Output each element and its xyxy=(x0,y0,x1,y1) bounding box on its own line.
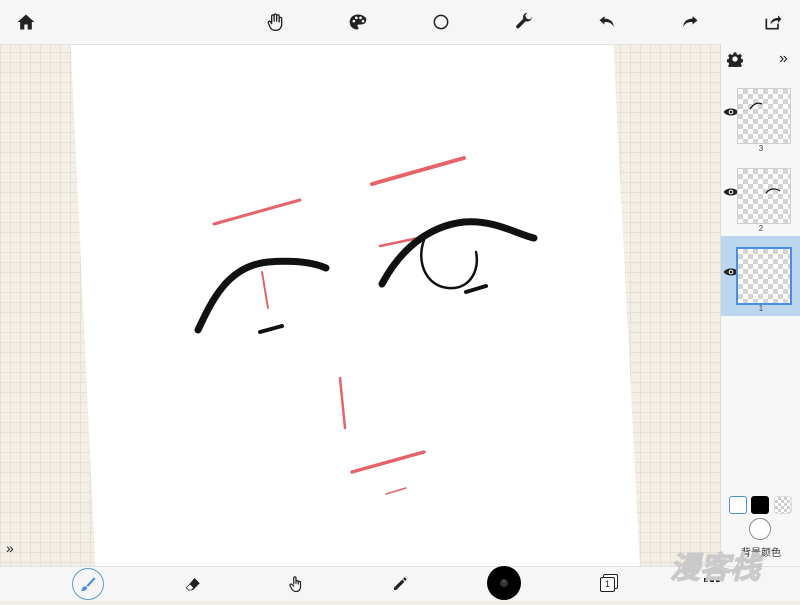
transparent-swatch[interactable] xyxy=(774,496,792,514)
gear-icon[interactable] xyxy=(727,51,743,67)
background-color-label: 背景颜色 xyxy=(741,548,781,559)
layers-panel-header: » xyxy=(721,44,800,74)
hand-tool-button[interactable] xyxy=(259,6,291,38)
top-toolbar xyxy=(0,0,800,45)
palette-icon xyxy=(349,14,367,30)
pencil-tool-button[interactable] xyxy=(385,569,415,599)
color-palette-button[interactable] xyxy=(342,6,374,38)
redo-icon xyxy=(683,16,698,27)
undo-button[interactable] xyxy=(591,6,623,38)
canvas-workspace[interactable] xyxy=(0,42,720,566)
home-button[interactable] xyxy=(10,6,42,38)
finger-icon xyxy=(289,576,302,593)
brush-icon xyxy=(80,577,96,592)
hand-icon xyxy=(267,13,283,32)
black-swatch[interactable] xyxy=(751,496,769,514)
home-icon xyxy=(17,14,35,30)
pencil-icon xyxy=(394,577,407,590)
settings-tools-button[interactable] xyxy=(509,6,541,38)
share-icon xyxy=(765,15,782,30)
expand-left-icon[interactable]: » xyxy=(6,540,14,556)
redo-button[interactable] xyxy=(674,6,706,38)
wrench-icon xyxy=(516,12,532,29)
paper-sheet xyxy=(70,42,640,566)
layer-number: 2 xyxy=(758,224,764,233)
layer-thumbnail xyxy=(737,88,791,144)
more-icon[interactable] xyxy=(704,578,720,584)
layer-number: 3 xyxy=(758,144,764,153)
layer-thumbnail xyxy=(737,168,791,224)
share-button[interactable] xyxy=(757,6,789,38)
drawing-canvas[interactable] xyxy=(0,42,720,566)
bottom-toolbar xyxy=(0,566,800,601)
palette-icon xyxy=(500,579,508,587)
layer-item-1[interactable]: 1 xyxy=(721,236,800,316)
current-color-button[interactable] xyxy=(487,566,521,600)
layers-count-button[interactable]: 1 xyxy=(600,577,615,592)
layer-item-2[interactable]: 2 xyxy=(721,156,800,236)
layer-item-3[interactable]: 3 xyxy=(721,76,800,156)
circle-icon xyxy=(433,14,449,30)
brush-tool-button[interactable] xyxy=(72,568,104,600)
undo-icon xyxy=(599,16,614,27)
collapse-panel-icon[interactable]: » xyxy=(779,50,788,68)
background-swatches xyxy=(729,496,799,516)
white-swatch[interactable] xyxy=(729,496,747,514)
background-color-picker[interactable] xyxy=(749,518,771,540)
eraser-icon xyxy=(185,578,200,591)
smudge-tool-button[interactable] xyxy=(281,569,311,599)
selection-tool-button[interactable] xyxy=(425,6,457,38)
layer-thumbnail xyxy=(736,247,792,305)
eraser-tool-button[interactable] xyxy=(178,569,208,599)
layers-panel: » 3 2 1 背景颜色 xyxy=(720,44,800,566)
layer-number: 1 xyxy=(758,304,764,313)
